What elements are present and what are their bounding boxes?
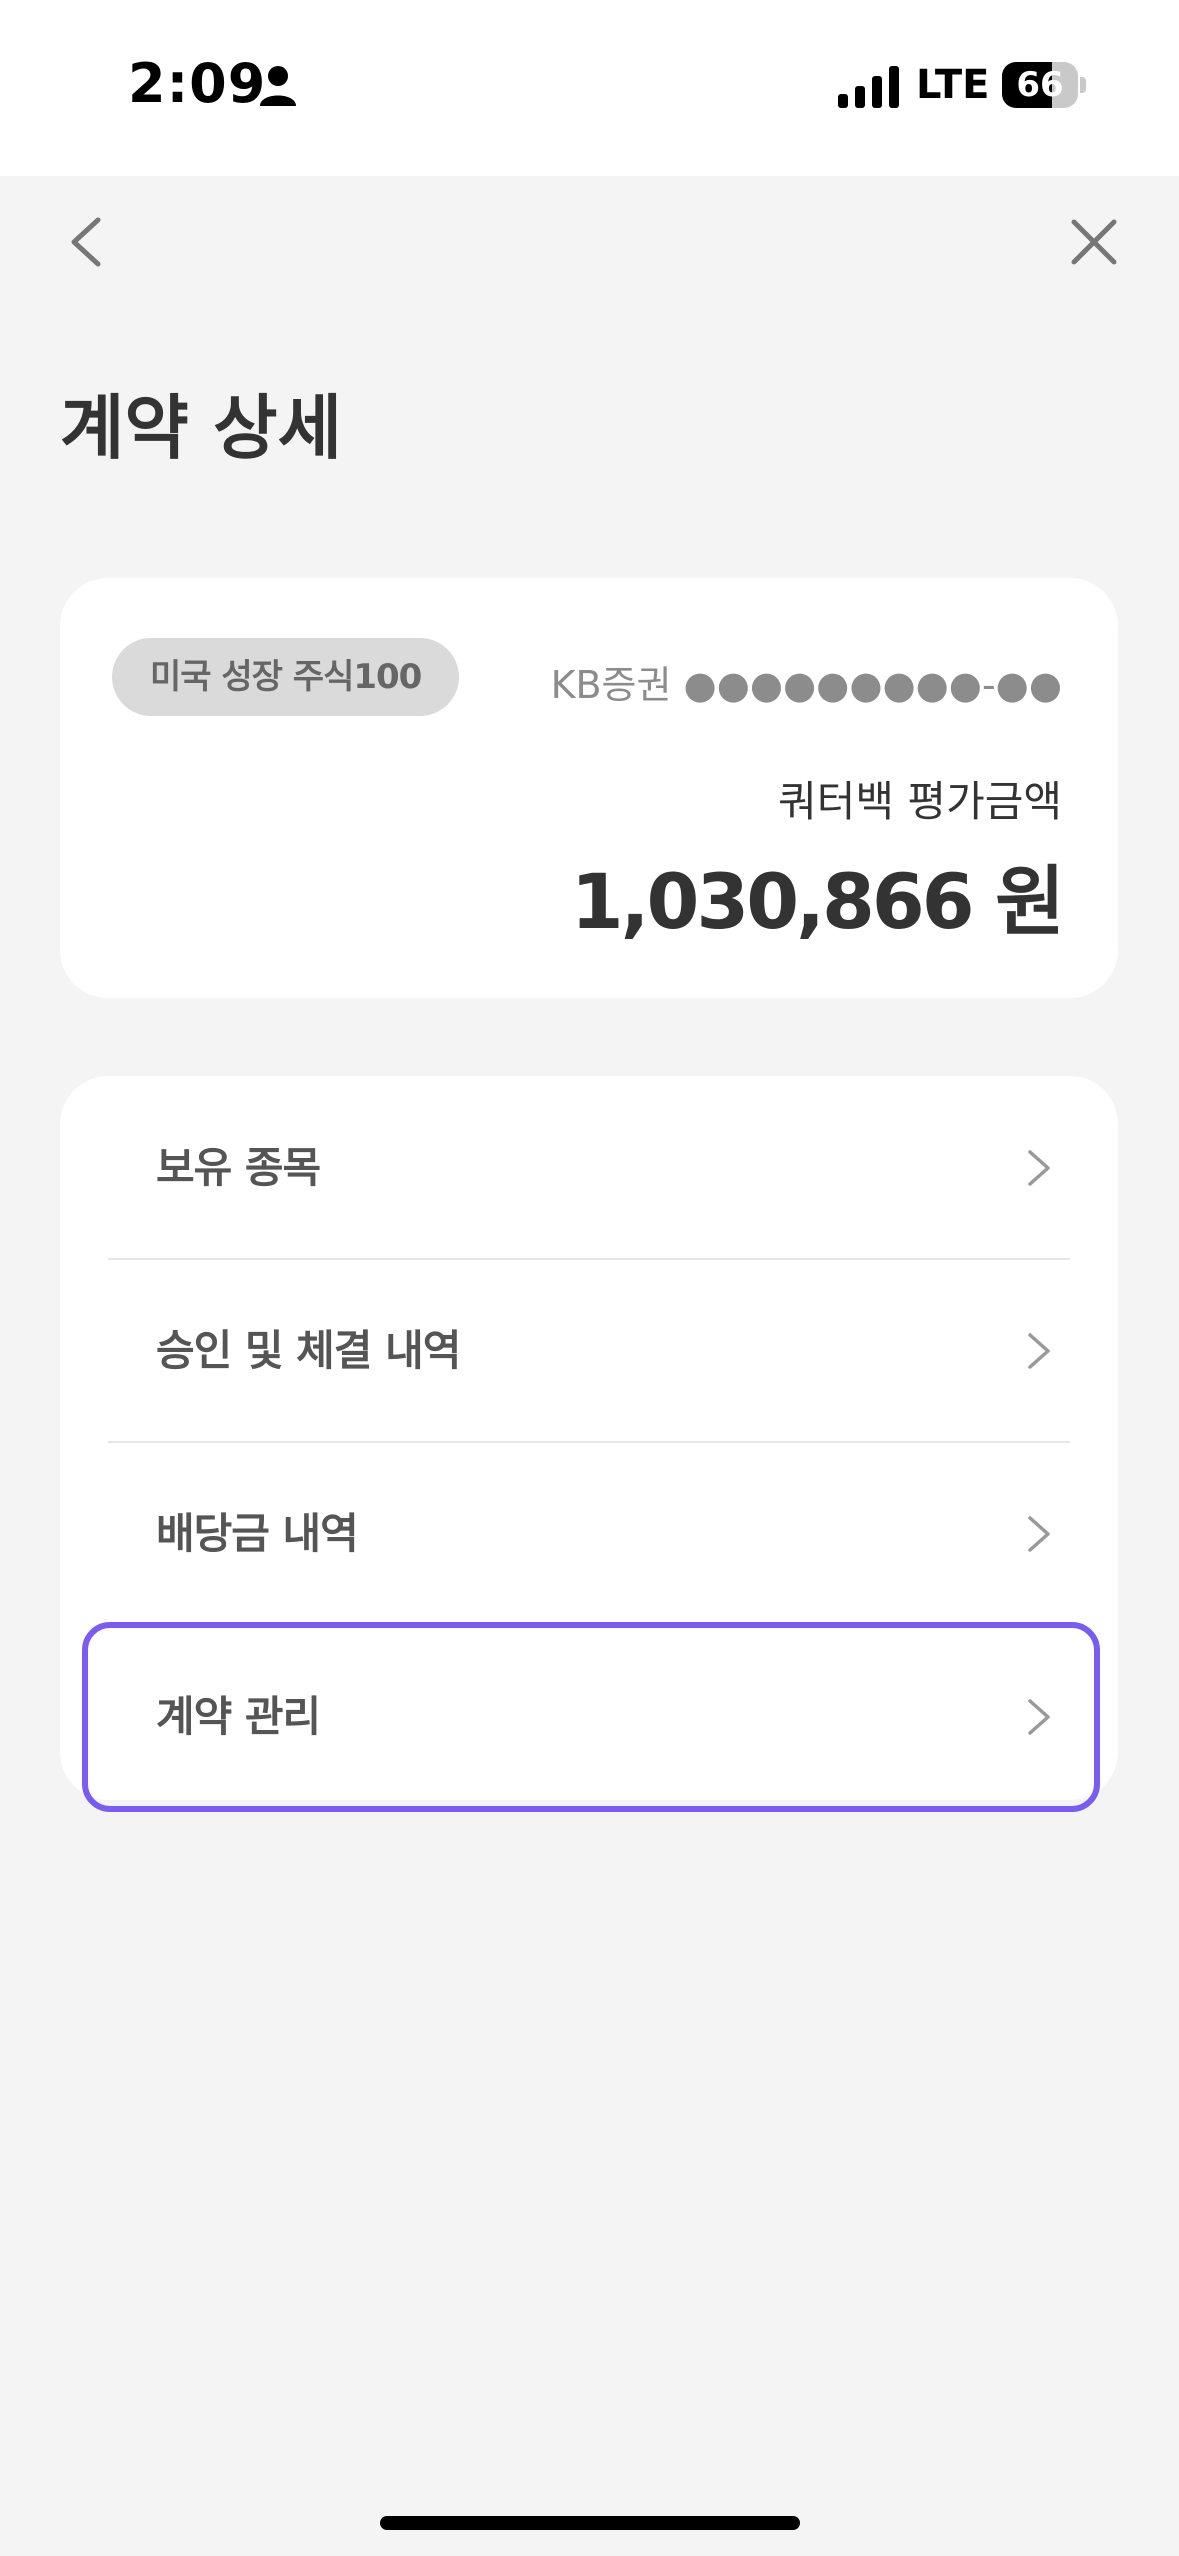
chevron-right-icon [1028, 1516, 1050, 1552]
page-title: 계약 상세 [60, 387, 342, 469]
account-info: KB증권 ●●●●●●●●●-●● [550, 663, 1062, 707]
chevron-right-icon [1028, 1333, 1050, 1369]
signal-icon [838, 66, 899, 108]
summary-card: 미국 성장 주식100 KB증권 ●●●●●●●●●-●● 쿼터백 평가금액 1… [60, 578, 1118, 998]
network-label: LTE [916, 62, 990, 108]
status-bar: 2:09 LTE 66 [0, 0, 1179, 176]
back-button[interactable] [48, 202, 128, 282]
menu-item-label: 보유 종목 [156, 1143, 321, 1192]
battery-level-text: 66 [1016, 65, 1064, 105]
menu-item-label: 계약 관리 [156, 1692, 321, 1741]
chevron-right-icon [1028, 1699, 1050, 1735]
close-icon [1071, 219, 1117, 265]
status-time: 2:09 [128, 52, 267, 115]
menu-item-label: 배당금 내역 [156, 1509, 359, 1558]
menu-item-dividend-history[interactable]: 배당금 내역 [60, 1442, 1118, 1625]
menu-item-contract-management[interactable]: 계약 관리 [60, 1625, 1118, 1808]
value-amount: 1,030,866 원 [570, 857, 1065, 946]
menu-item-label: 승인 및 체결 내역 [156, 1326, 461, 1375]
menu-item-approval-history[interactable]: 승인 및 체결 내역 [60, 1259, 1118, 1442]
close-button[interactable] [1054, 202, 1134, 282]
person-icon [260, 66, 296, 106]
value-label: 쿼터백 평가금액 [778, 777, 1062, 826]
home-indicator[interactable] [380, 2516, 800, 2530]
menu-item-holdings[interactable]: 보유 종목 [60, 1076, 1118, 1259]
product-tag: 미국 성장 주식100 [112, 638, 460, 716]
chevron-right-icon [1028, 1150, 1050, 1186]
menu-card: 보유 종목 승인 및 체결 내역 배당금 내역 계약 관리 [60, 1076, 1118, 1800]
battery-nub [1080, 77, 1086, 93]
chevron-left-icon [71, 217, 101, 267]
battery-icon: 66 [1002, 62, 1086, 108]
